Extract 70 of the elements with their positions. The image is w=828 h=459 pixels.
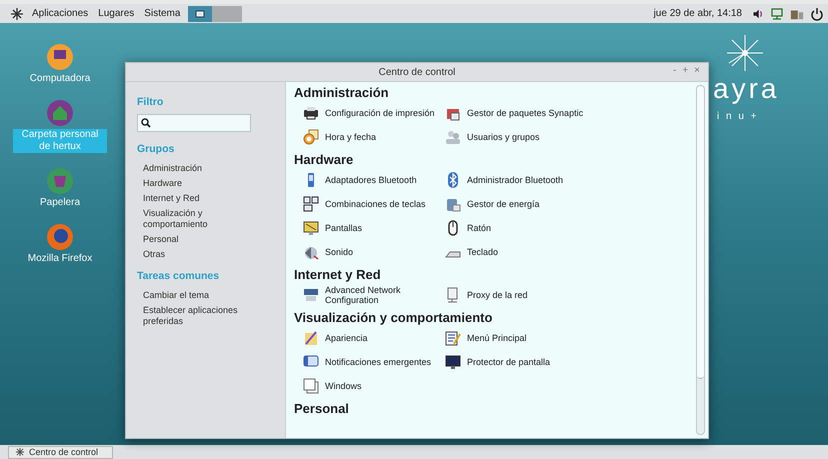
section-heading: Visualización y comportamiento	[294, 310, 492, 326]
applet-link[interactable]: Hora y fecha	[325, 132, 376, 142]
menu-item[interactable]: Sistema	[142, 8, 182, 19]
window-icon[interactable]	[303, 378, 319, 394]
group-link[interactable]: Hardware	[137, 176, 188, 191]
computer-icon[interactable]	[46, 43, 74, 71]
bluetooth-icon[interactable]	[445, 172, 461, 188]
applet-link[interactable]: Gestor de energía	[467, 199, 540, 209]
search-field[interactable]	[137, 114, 251, 132]
window-button[interactable]	[188, 6, 212, 22]
applet-link[interactable]: Pantallas	[325, 223, 362, 233]
applet-link[interactable]: Ratón	[467, 223, 492, 233]
task-link[interactable]: Cambiar el tema	[137, 288, 216, 303]
globe-icon[interactable]	[46, 223, 74, 251]
window-control-button[interactable]: ×	[692, 65, 702, 76]
applet-link[interactable]: Proxy de la red	[467, 290, 528, 300]
paintbrush-icon[interactable]	[303, 330, 319, 346]
window-icon	[195, 8, 206, 18]
applet-link[interactable]: Windows	[325, 381, 362, 391]
applet-link[interactable]: Advanced Network Configuration	[325, 285, 443, 305]
applet-link[interactable]: Menú Principal	[467, 333, 527, 343]
group-link[interactable]: Personal	[137, 232, 185, 247]
monitor-icon[interactable]	[303, 220, 319, 236]
keys-icon[interactable]	[303, 196, 319, 212]
sidebar-heading: Filtro	[137, 96, 164, 108]
applet-link[interactable]: Configuración de impresión	[325, 108, 435, 118]
section-heading: Hardware	[294, 152, 354, 168]
section-heading: Administración	[294, 85, 389, 101]
starburst-icon[interactable]	[10, 6, 24, 20]
applet-link[interactable]: Sonido	[325, 247, 354, 257]
applet-link[interactable]: Notificaciones emergentes	[325, 357, 432, 367]
sidebar-heading: Tareas comunes	[137, 270, 220, 282]
applet-link[interactable]: Gestor de paquetes Synaptic	[467, 108, 584, 118]
scrollbar-track[interactable]	[696, 85, 705, 435]
group-link[interactable]: Administración	[137, 161, 208, 176]
desktop-icon-label[interactable]: Papelera	[38, 197, 82, 209]
starburst-drawing	[725, 33, 765, 73]
starburst-icon	[15, 447, 25, 457]
group-link[interactable]: Internet y Red	[137, 191, 206, 206]
taskbar-button[interactable]: Centro de control	[8, 446, 114, 458]
sidebar-heading: Grupos	[137, 143, 174, 155]
task-link[interactable]: Establecer aplicaciones preferidas	[137, 303, 273, 329]
scrollbar-thumb[interactable]	[697, 86, 704, 380]
section-heading: Personal	[294, 401, 349, 417]
section-heading: Internet y Red	[294, 267, 381, 283]
applet-link[interactable]: Apariencia	[325, 333, 368, 343]
network-icon[interactable]	[770, 6, 784, 20]
menu-item[interactable]: Aplicaciones	[30, 8, 90, 19]
applet-link[interactable]: Usuarios y grupos	[467, 132, 540, 142]
desktop-icon-label[interactable]: Mozilla Firefox	[26, 253, 94, 265]
applet-link[interactable]: Administrador Bluetooth	[467, 175, 564, 185]
search-icon	[141, 118, 151, 128]
applet-link[interactable]: Protector de pantalla	[467, 357, 550, 367]
speaker-icon[interactable]	[303, 244, 319, 260]
clock-icon[interactable]	[303, 129, 319, 145]
group-link[interactable]: Otras	[137, 247, 172, 262]
printer-icon[interactable]	[303, 105, 319, 121]
applet-link[interactable]: Adaptadores Bluetooth	[325, 175, 417, 185]
monitor-icon[interactable]	[445, 354, 461, 370]
clock[interactable]: jue 29 de abr, 14:18	[654, 8, 742, 19]
logo-subtext: i n u +	[717, 111, 759, 122]
pencil-icon[interactable]	[445, 330, 461, 346]
logo-text: ayra	[713, 73, 780, 105]
menu-item[interactable]: Lugares	[96, 8, 136, 19]
window-title: Centro de control	[378, 66, 456, 78]
power-icon[interactable]	[810, 6, 824, 20]
applet-link[interactable]: Teclado	[467, 247, 498, 257]
applet-link[interactable]: Combinaciones de teclas	[325, 199, 426, 209]
group-link[interactable]: Visualización y comportamiento	[137, 206, 273, 232]
network-icon[interactable]	[303, 287, 319, 303]
